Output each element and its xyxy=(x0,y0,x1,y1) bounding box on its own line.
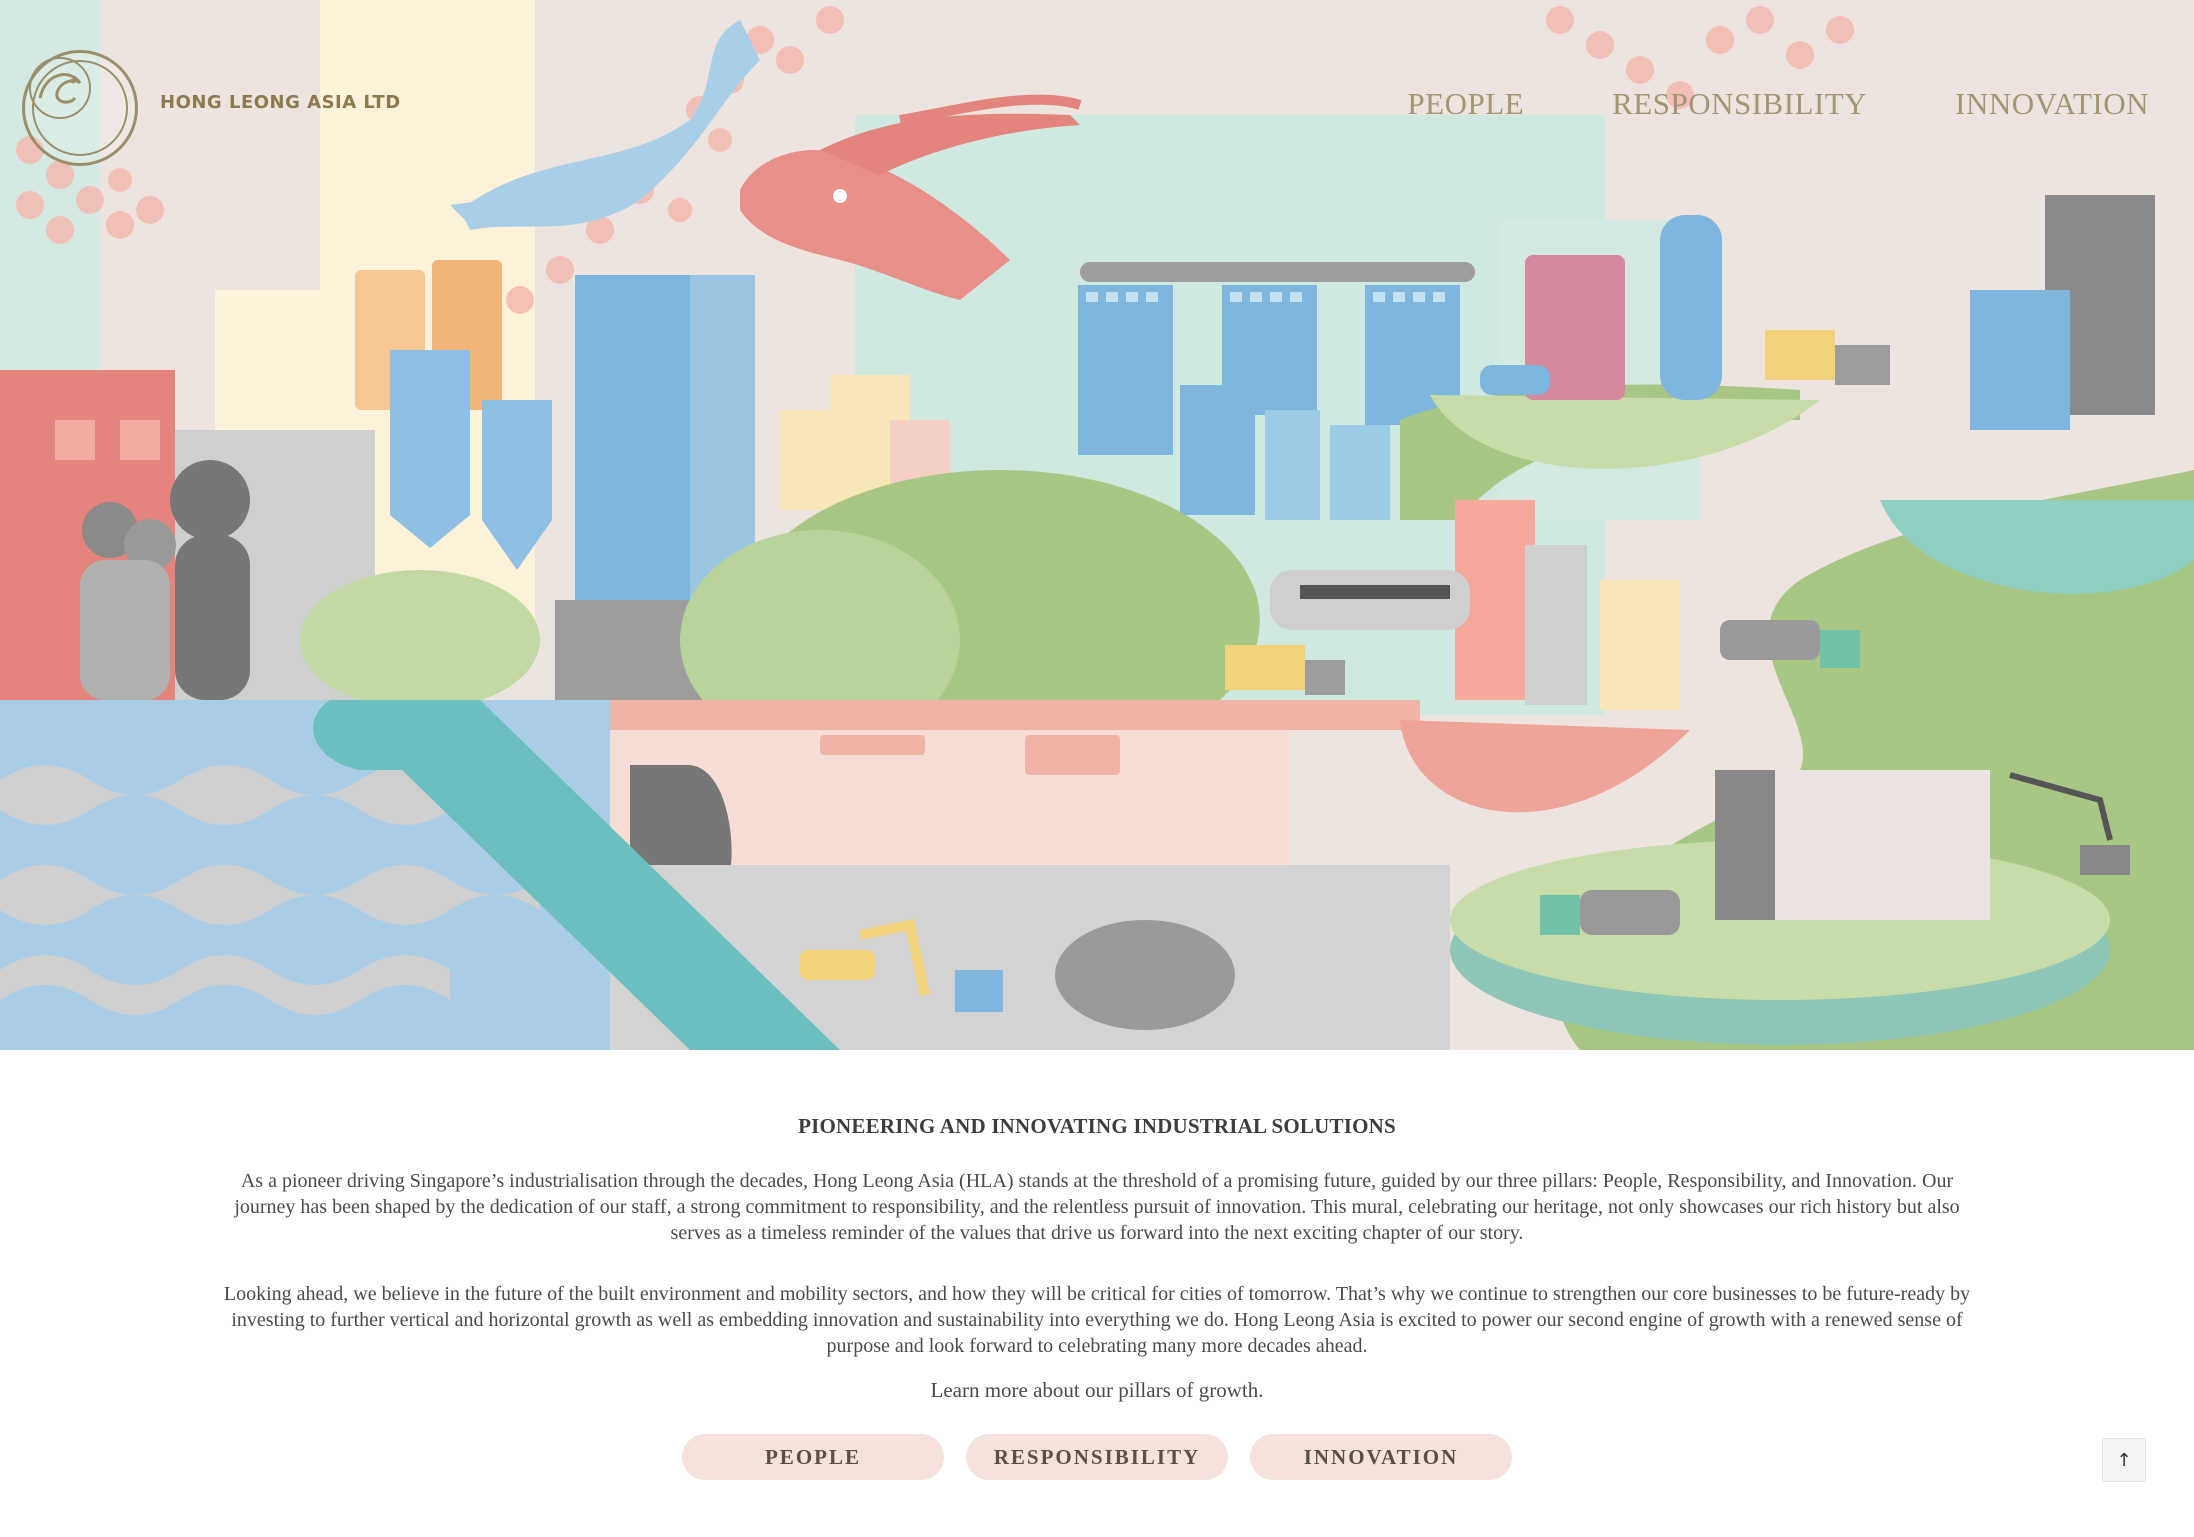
section-heading: PIONEERING AND INNOVATING INDUSTRIAL SOL… xyxy=(798,1114,1396,1138)
intro-section: PIONEERING AND INNOVATING INDUSTRIAL SOL… xyxy=(0,1050,2194,1537)
people-button[interactable]: PEOPLE xyxy=(682,1434,944,1480)
intro-paragraph-2: Looking ahead, we believe in the future … xyxy=(223,1283,1971,1357)
logo[interactable] xyxy=(22,50,138,166)
dragon-emblem-icon xyxy=(29,57,128,156)
nav-responsibility[interactable]: RESPONSIBILITY xyxy=(1612,86,1867,122)
city-mural-illustration xyxy=(0,0,2194,1050)
nav-people[interactable]: PEOPLE xyxy=(1407,86,1524,122)
top-navigation: PEOPLE RESPONSIBILITY INNOVATION xyxy=(1407,86,2149,122)
intro-paragraph-1: As a pioneer driving Singapore’s industr… xyxy=(234,1170,1960,1244)
back-to-top-button[interactable]: ↑ xyxy=(2102,1438,2146,1482)
brand-name[interactable]: HONG LEONG ASIA LTD xyxy=(160,92,401,113)
pillar-buttons: PEOPLE RESPONSIBILITY INNOVATION xyxy=(0,1434,2194,1480)
hero-banner: HONG LEONG ASIA LTD PEOPLE RESPONSIBILIT… xyxy=(0,0,2194,1050)
responsibility-button[interactable]: RESPONSIBILITY xyxy=(966,1434,1228,1480)
innovation-button[interactable]: INNOVATION xyxy=(1250,1434,1512,1480)
learn-more-text: Learn more about our pillars of growth. xyxy=(930,1378,1264,1402)
arrow-up-icon: ↑ xyxy=(2116,1449,2132,1471)
nav-innovation[interactable]: INNOVATION xyxy=(1955,86,2149,122)
